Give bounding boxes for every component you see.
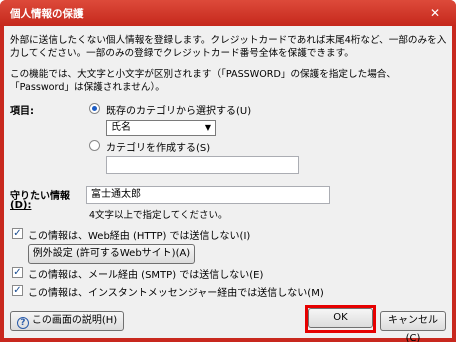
case-note-text: この機能では、大文字と小文字が区別されます（「PASSWORD」の保護を指定した… (10, 69, 396, 93)
checkbox-smtp-label[interactable]: この情報は、メール経由 (SMTP) では送信しない(E) (28, 266, 263, 281)
new-category-input[interactable] (106, 156, 299, 174)
checkbox-im[interactable]: ✓ (12, 285, 23, 296)
protect-info-label-accesskey: (D): (10, 200, 32, 211)
close-icon[interactable]: ✕ (427, 6, 443, 20)
checkbox-web-label[interactable]: この情報は、Web経由 (HTTP) では送信しない(I) (28, 227, 250, 242)
radio-existing-category[interactable] (89, 103, 100, 114)
title-bar[interactable]: 個人情報の保護 ✕ (0, 0, 456, 26)
help-button[interactable]: ? この画面の説明(H) (10, 311, 124, 331)
checkbox-web[interactable]: ✓ (12, 228, 23, 239)
checkbox-smtp[interactable]: ✓ (12, 267, 23, 278)
protect-info-hint: 4文字以上で指定してください。 (89, 210, 228, 221)
radio-create-label[interactable]: カテゴリを作成する(S) (106, 139, 210, 154)
help-button-label: この画面の説明(H) (31, 315, 118, 326)
window-title: 個人情報の保護 (10, 8, 84, 20)
item-label: 項目: (10, 106, 34, 117)
dialog-body: 外部に送信したくない個人情報を登録します。クレジットカードであれば末尾4桁など、… (4, 26, 452, 342)
category-select-value: 氏名 (111, 122, 131, 133)
checkbox-im-label[interactable]: この情報は、インスタントメッセンジャー経由では送信しない(M) (28, 284, 324, 299)
radio-existing-label[interactable]: 既存のカテゴリから選択する(U) (106, 102, 251, 117)
dialog-window: 個人情報の保護 ✕ 外部に送信したくない個人情報を登録します。クレジットカードで… (0, 0, 456, 342)
cancel-button[interactable]: キャンセル(C) (380, 311, 446, 342)
intro-text: 外部に送信したくない個人情報を登録します。クレジットカードであれば末尾4桁など、… (10, 35, 447, 59)
exceptions-button[interactable]: 例外設定 (許可するWebサイト)(A) (28, 244, 195, 264)
chevron-down-icon: ▼ (204, 123, 211, 132)
help-icon: ? (16, 317, 29, 329)
category-select[interactable]: 氏名 ▼ (106, 120, 216, 136)
protect-info-input[interactable]: 富士通太郎 (86, 186, 330, 204)
ok-button[interactable]: OK (308, 308, 373, 328)
radio-create-category[interactable] (89, 140, 100, 151)
